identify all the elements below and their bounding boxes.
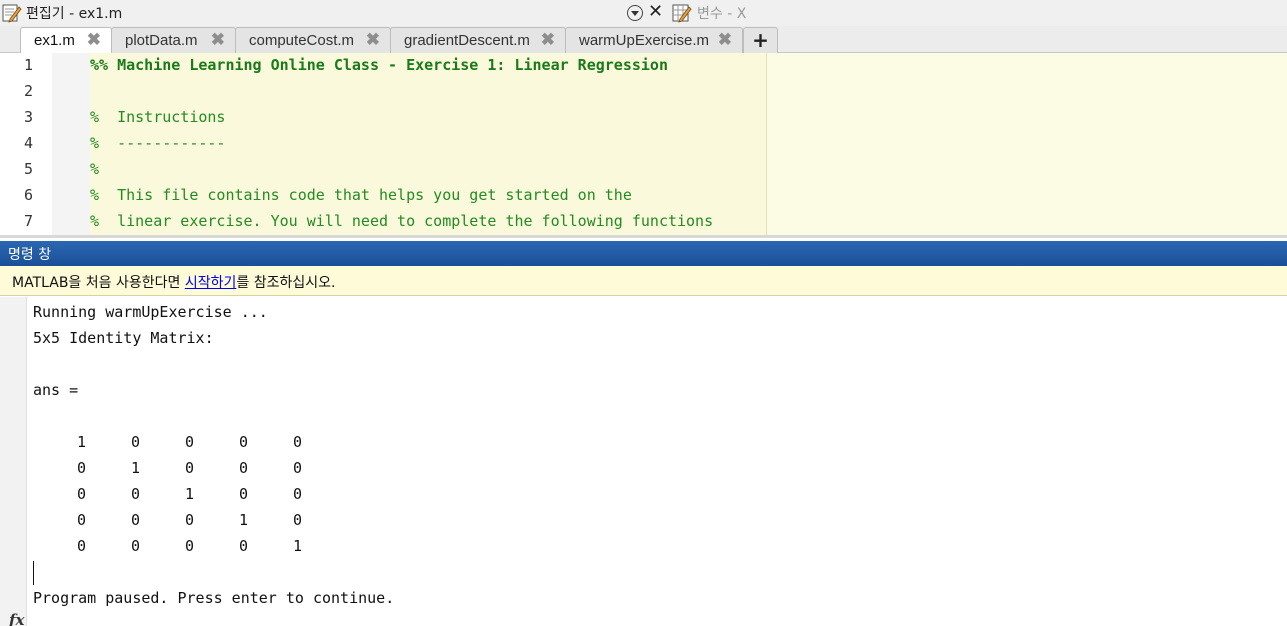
matrix-cell: 1 [184, 485, 194, 503]
code-text: % [90, 160, 100, 178]
notice-suffix: 를 참조하십시오. [236, 275, 336, 291]
matrix-cell: 0 [130, 537, 140, 555]
matrix-cell: 1 [238, 511, 248, 529]
line-number: 4 [23, 134, 33, 152]
matrix-cell: 0 [76, 485, 86, 503]
tab-gradientdescent[interactable]: gradientDescent.m ✖ [390, 27, 566, 53]
variables-editor-icon [672, 4, 692, 23]
variables-title[interactable]: 변수 - X [697, 3, 746, 23]
tab-label: gradientDescent.m [404, 32, 530, 49]
code-text: % Instructions [90, 108, 226, 126]
code-line[interactable]: 7 % linear exercise. You will need to co… [0, 209, 766, 235]
matrix-cell: 0 [76, 511, 86, 529]
notice-prefix: MATLAB을 처음 사용한다면 [12, 275, 185, 291]
code-line[interactable]: 3 % Instructions [0, 105, 766, 131]
matrix-cell: 0 [130, 485, 140, 503]
function-browser-icon[interactable]: fx [9, 611, 24, 626]
code-line[interactable]: 6 % This file contains code that helps y… [0, 183, 766, 209]
matrix-cell: 1 [76, 433, 86, 451]
code-line[interactable]: 4 % ------------ [0, 131, 766, 157]
line-number: 1 [23, 56, 33, 74]
matrix-cell: 0 [130, 433, 140, 451]
tab-close-icon[interactable]: ✖ [541, 30, 555, 50]
tab-label: warmUpExercise.m [579, 32, 710, 49]
matrix-cell: 0 [184, 459, 194, 477]
tab-close-icon[interactable]: ✖ [366, 30, 380, 50]
line-number: 6 [23, 186, 33, 204]
tab-ex1[interactable]: ex1.m ✖ [20, 27, 112, 54]
editor-pencil-icon [2, 4, 22, 23]
tab-label: ex1.m [34, 32, 75, 49]
getting-started-notice: MATLAB을 처음 사용한다면 시작하기를 참조하십시오. [0, 266, 1287, 296]
matrix-cell: 0 [238, 537, 248, 555]
matrix-cell: 1 [130, 459, 140, 477]
command-window-header[interactable]: 명령 창 [0, 241, 1287, 266]
line-number: 5 [23, 160, 33, 178]
matrix-cell: 0 [184, 511, 194, 529]
code-text: % linear exercise. You will need to comp… [90, 212, 714, 230]
tab-computecost[interactable]: computeCost.m ✖ [235, 27, 391, 53]
matrix-cell: 0 [130, 511, 140, 529]
tab-label: computeCost.m [249, 32, 355, 49]
code-line[interactable]: 2 [0, 79, 766, 105]
close-panel-icon[interactable]: ✕ [648, 1, 663, 22]
tab-label: plotData.m [125, 32, 198, 49]
matrix-cell: 0 [292, 511, 302, 529]
matrix-cell: 0 [292, 459, 302, 477]
editor-right-margin [766, 53, 1287, 235]
text-cursor [33, 561, 34, 585]
output-line: Running warmUpExercise ... [33, 303, 268, 321]
output-line: 5x5 Identity Matrix: [33, 329, 214, 347]
matrix-cell: 0 [184, 433, 194, 451]
code-editor[interactable]: 1 %% Machine Learning Online Class - Exe… [0, 53, 1287, 238]
matrix-cell: 0 [238, 433, 248, 451]
code-text: % This file contains code that helps you… [90, 186, 632, 204]
editor-tab-strip: ex1.m ✖ plotData.m ✖ computeCost.m ✖ gra… [0, 26, 1287, 54]
editor-title: 편집기 - ex1.m [26, 6, 123, 22]
code-text: %% Machine Learning Online Class - Exerc… [90, 56, 668, 74]
tab-close-icon[interactable]: ✖ [211, 30, 225, 50]
line-number: 3 [23, 108, 33, 126]
matrix-cell: 0 [76, 459, 86, 477]
tab-close-icon[interactable]: ✖ [718, 30, 732, 50]
matrix-cell: 0 [238, 459, 248, 477]
line-number: 2 [23, 82, 33, 100]
matrix-cell: 0 [292, 433, 302, 451]
command-window-title: 명령 창 [8, 247, 52, 263]
line-number: 7 [23, 212, 33, 230]
command-window-margin [0, 297, 27, 626]
title-bar: 편집기 - ex1.m ✕ 변수 - X [0, 0, 1287, 26]
matrix-cell: 0 [184, 537, 194, 555]
code-text: % ------------ [90, 134, 226, 152]
matrix-cell: 0 [292, 485, 302, 503]
getting-started-link[interactable]: 시작하기 [185, 275, 237, 291]
matrix-cell: 0 [76, 537, 86, 555]
paused-message: Program paused. Press enter to continue. [33, 589, 395, 607]
command-window-output[interactable]: Running warmUpExercise ... 5x5 Identity … [0, 297, 1287, 626]
matrix-cell: 1 [292, 537, 302, 555]
code-line[interactable]: 1 %% Machine Learning Online Class - Exe… [0, 53, 766, 79]
tab-close-icon[interactable]: ✖ [87, 30, 101, 50]
new-tab-button[interactable]: + [743, 27, 778, 53]
tab-plotdata[interactable]: plotData.m ✖ [111, 27, 236, 53]
matrix-cell: 0 [238, 485, 248, 503]
code-line[interactable]: 5 % [0, 157, 766, 183]
output-line: ans = [33, 381, 79, 399]
notice-text: MATLAB을 처음 사용한다면 시작하기를 참조하십시오. [12, 272, 335, 292]
tab-warmupexercise[interactable]: warmUpExercise.m ✖ [565, 27, 743, 53]
panel-menu-icon[interactable] [627, 5, 643, 21]
